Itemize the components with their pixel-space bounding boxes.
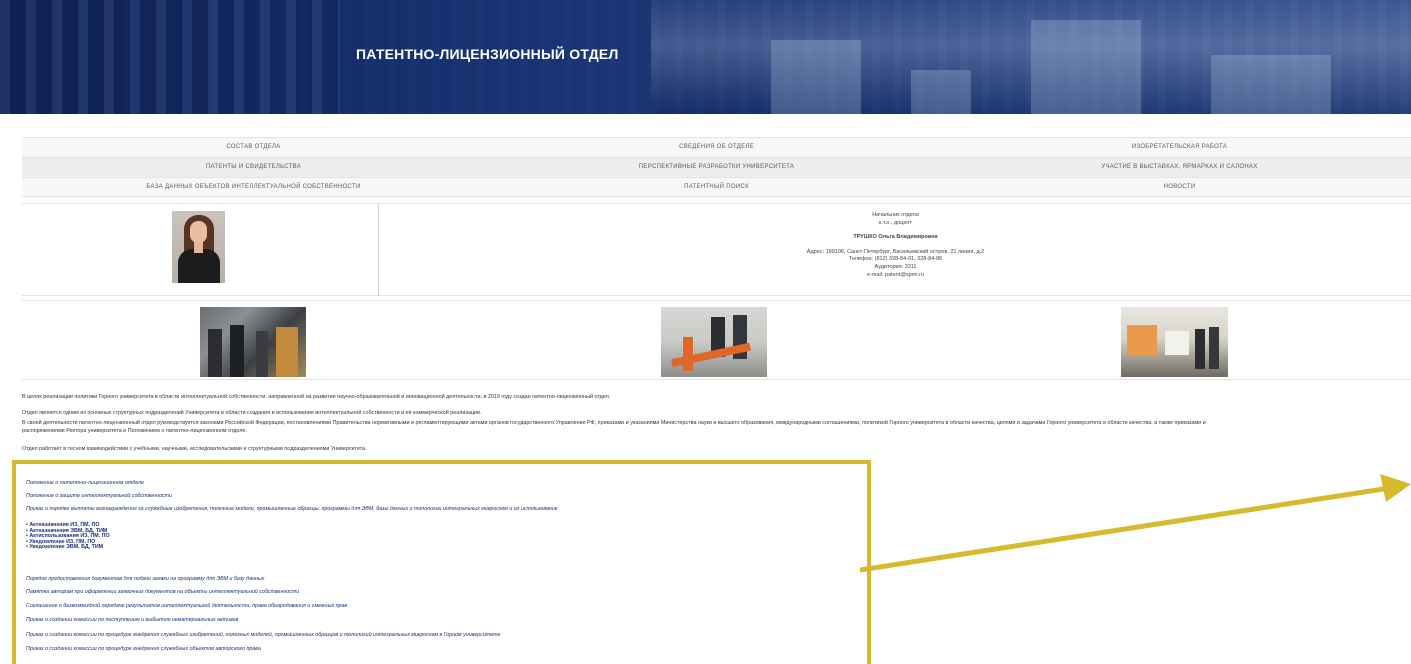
nav-item-invention-work[interactable]: ИЗОБРЕТАТЕЛЬСКАЯ РАБОТА xyxy=(948,138,1411,157)
nav-item-patents[interactable]: ПАТЕНТЫ И СВИДЕТЕЛЬСТВА xyxy=(22,158,485,177)
intro-paragraph: распоряжениями Ректора университета и По… xyxy=(22,428,247,434)
nav-row: СОСТАВ ОТДЕЛА СВЕДЕНИЯ ОБ ОТДЕЛЕ ИЗОБРЕТ… xyxy=(22,137,1411,157)
nav-item-patent-search[interactable]: ПАТЕНТНЫЙ ПОИСК xyxy=(485,178,948,196)
contact-address: Адрес: 199106, Санкт-Петербург, Васильев… xyxy=(806,248,985,255)
banner-city-graphic xyxy=(651,0,1411,114)
gallery-photo[interactable] xyxy=(661,307,767,377)
doc-link[interactable]: Соглашение о безвозмездной передаче резу… xyxy=(26,603,347,609)
section-nav: СОСТАВ ОТДЕЛА СВЕДЕНИЯ ОБ ОТДЕЛЕ ИЗОБРЕТ… xyxy=(22,137,1411,197)
arrow-annotation-icon xyxy=(860,474,1411,573)
nav-item-news[interactable]: НОВОСТИ xyxy=(948,178,1411,196)
doc-link[interactable]: Порядок предоставления документов для по… xyxy=(26,576,264,582)
contact-email[interactable]: e-mail: patent@spmi.ru xyxy=(380,272,1411,280)
nav-row: БАЗА ДАННЫХ ОБЪЕКТОВ ИНТЕЛЛЕКТУАЛЬНОЙ СО… xyxy=(22,177,1411,197)
head-portrait-photo xyxy=(172,211,225,283)
doc-link[interactable]: Приказ о создании комиссии по процедуре … xyxy=(26,646,261,652)
intro-paragraph: Отдел работает в тесном взаимодействии с… xyxy=(22,446,367,452)
header-banner: ПАТЕНТНО-ЛИЦЕНЗИОННЫЙ ОТДЕЛ xyxy=(0,0,1411,114)
documents-highlight-box: Положение о патентно-лицензионном отделе… xyxy=(12,460,871,664)
doc-link[interactable]: Положение о защите интеллектуальной собс… xyxy=(26,493,172,499)
page-title: ПАТЕНТНО-ЛИЦЕНЗИОННЫЙ ОТДЕЛ xyxy=(356,46,619,62)
contact-position: Начальник отдела xyxy=(872,212,919,218)
contact-info: Начальник отдела к.т.н., доцент ТРУШКО О… xyxy=(380,204,1411,296)
gallery-photo[interactable] xyxy=(200,307,306,377)
contact-room: Аудитория: 3311 xyxy=(874,263,917,270)
contact-name: ТРУШКО Ольга Владимировна xyxy=(853,234,938,241)
photo-gallery xyxy=(22,300,1411,380)
contact-phone: Телефон: (812) 328-84-01, 328-84-86 xyxy=(848,256,943,263)
nav-item-developments[interactable]: ПЕРСПЕКТИВНЫЕ РАЗРАБОТКИ УНИВЕРСИТЕТА xyxy=(485,158,948,177)
intro-paragraph: В целях реализации политики Горного унив… xyxy=(22,394,611,400)
nav-item-about[interactable]: СВЕДЕНИЯ ОБ ОТДЕЛЕ xyxy=(485,138,948,157)
banner-columns-graphic xyxy=(0,0,340,114)
head-contact-block: Начальник отдела к.т.н., доцент ТРУШКО О… xyxy=(22,203,1411,296)
doc-list: • Актназначения ИЗ, ПМ, ПО • Актназначен… xyxy=(26,522,110,551)
doc-link[interactable]: Приказ о порядке выплаты вознаграждения … xyxy=(26,506,558,512)
intro-paragraph: В своей деятельности патентно-лицензионн… xyxy=(22,420,1206,426)
nav-item-exhibitions[interactable]: УЧАСТИЕ В ВЫСТАВКАХ, ЯРМАРКАХ И САЛОНАХ xyxy=(948,158,1411,177)
doc-link[interactable]: Памятка авторам при оформлении заявочных… xyxy=(26,589,299,595)
nav-item-staff[interactable]: СОСТАВ ОТДЕЛА xyxy=(22,138,485,157)
photo-cell xyxy=(22,204,379,296)
contact-degree: к.т.н., доцент xyxy=(879,219,912,226)
doc-link[interactable]: Положение о патентно-лицензионном отделе xyxy=(26,480,144,486)
list-item[interactable]: • Уведомление ЭВМ, БД, ТИМ xyxy=(26,545,110,551)
intro-paragraph: Отдел является одним из основных структу… xyxy=(22,410,482,416)
doc-link[interactable]: Приказ о создании комиссии по процедуре … xyxy=(26,632,500,638)
nav-item-ip-database[interactable]: БАЗА ДАННЫХ ОБЪЕКТОВ ИНТЕЛЛЕКТУАЛЬНОЙ СО… xyxy=(22,178,485,196)
doc-link[interactable]: Приказ о создании комиссии по поступлени… xyxy=(26,617,238,623)
gallery-photo[interactable] xyxy=(1121,307,1228,377)
nav-row: ПАТЕНТЫ И СВИДЕТЕЛЬСТВА ПЕРСПЕКТИВНЫЕ РА… xyxy=(22,157,1411,177)
